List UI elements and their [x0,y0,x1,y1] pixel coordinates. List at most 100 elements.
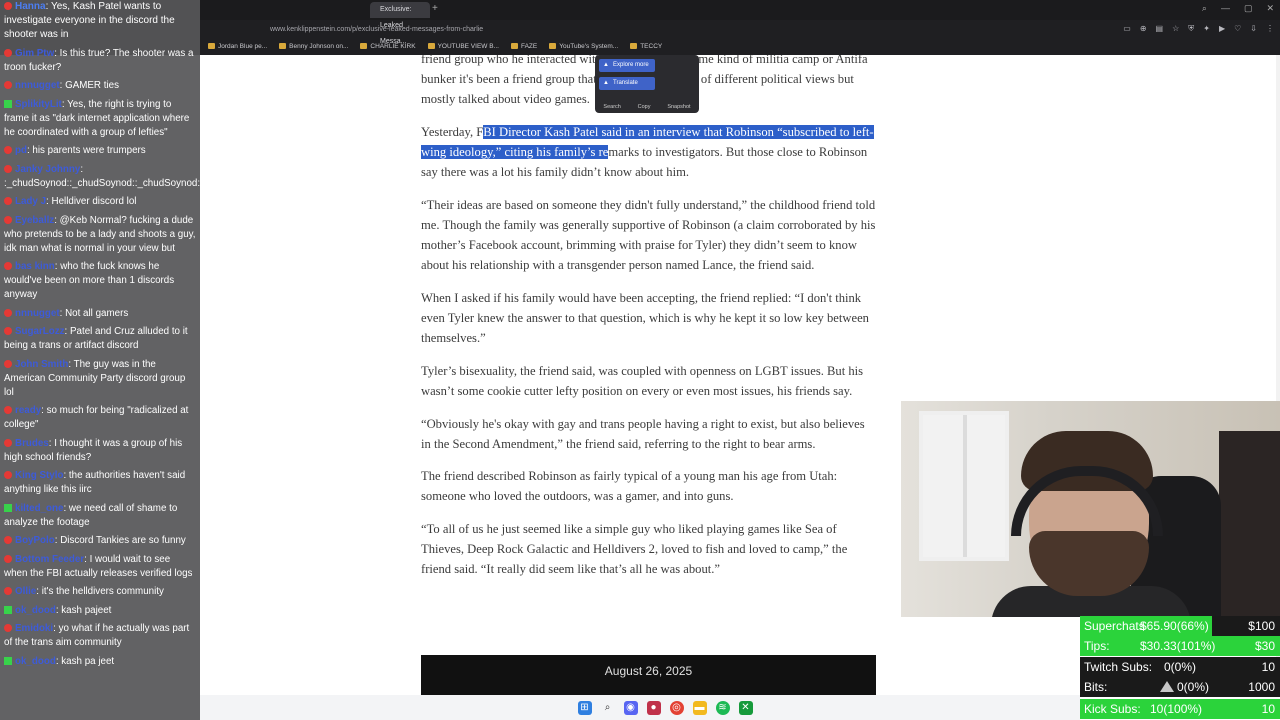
explore-more-button[interactable]: ▲ Explore more [599,59,655,72]
bits-icon [1160,681,1174,692]
menu-icon[interactable]: ⋮ [1266,24,1274,34]
popup-actions: Search Copy Snapshot [595,104,699,110]
chat-username[interactable]: bas kinn [15,261,55,272]
tabs-icon[interactable]: ▭ [1123,24,1131,34]
copy-action[interactable]: Copy [638,104,651,110]
extensions-icon[interactable]: ✦ [1203,24,1210,34]
youtube-badge-icon [4,81,12,89]
youtube-badge-icon [4,406,12,414]
chat-username[interactable]: Bottom Feeder [15,554,84,565]
chat-username[interactable]: Ollie [15,586,36,597]
youtube-badge-icon [4,308,12,317]
chat-username[interactable]: Janky Johnny [15,164,80,175]
bookmark-item[interactable]: CHARLIE KIRK [360,43,416,50]
windows-start-icon[interactable]: ⊞ [577,700,592,715]
article-paragraph: Tyler’s bisexuality, the friend said, wa… [421,363,864,399]
chat-username[interactable]: Hanna [15,1,46,12]
chrome-icon[interactable]: ◎ [669,700,684,715]
zoom-icon[interactable]: ⊕ [1140,24,1147,34]
bookmark-item[interactable]: YouTube's System... [549,43,618,50]
chat-username[interactable]: Emidoki [15,623,53,634]
embedded-media[interactable]: August 26, 2025 [421,655,876,695]
bookmark-item[interactable]: TECCY [630,43,662,50]
search-icon[interactable]: ⌕ [601,701,615,715]
chat-username[interactable]: SplikityLit [15,99,62,110]
chat-message: John Smith: The guy was in the American … [4,358,196,400]
goal-row: Kick Subs: 10(100%) 10 [1080,699,1280,719]
chat-text: kash pa jeet [61,655,115,667]
chat-username[interactable]: Lady J [15,196,46,207]
chat-username[interactable]: ready [15,405,41,416]
chat-text: it's the helldivers community [41,586,164,597]
chat-username[interactable]: SugarLozz [15,326,65,337]
shield-icon[interactable]: ⛨ [1188,24,1194,34]
close-icon[interactable]: ✕ [1266,3,1274,14]
translate-button[interactable]: ▲ Translate [599,77,655,90]
goal-label: Bits: [1084,680,1108,694]
bookmark-item[interactable]: FAZE [510,43,537,50]
search-tabs-icon[interactable]: ⌕ [1202,3,1207,14]
goal-row: Twitch Subs: 0(0%) 10 [1080,657,1280,677]
chat-message: King Stylo: the authorities haven't said… [4,469,196,497]
play-icon[interactable]: ▶ [1219,24,1225,34]
kick-badge-icon [4,99,12,108]
chat-username[interactable]: King Stylo [15,470,63,481]
favorites-icon[interactable]: ♡ [1234,24,1241,34]
chat-username[interactable]: kilted_one [15,503,63,514]
chat-username[interactable]: ok_dood [15,605,56,616]
chat-username[interactable]: Brudes [15,438,49,449]
chat-message: ready: so much for being "radicalized at… [4,404,196,432]
spotify-icon[interactable]: ≋ [715,700,730,715]
bookmark-item[interactable]: YOUTUBE VIEW B... [427,43,499,50]
search-action[interactable]: Search [603,104,620,110]
folder-icon [549,43,557,49]
chat-text: kash pajeet [61,604,112,616]
chat-username[interactable]: BoyPolo [15,535,55,546]
folder-icon [279,43,287,49]
folder-icon [360,43,368,49]
chat-separator: : [80,163,84,175]
chat-message: BoyPolo: Discord Tankies are so funny [4,534,196,548]
room-window [919,411,1009,561]
chat-username[interactable]: ok_dood [15,656,56,667]
youtube-badge-icon [4,471,12,479]
xbox-icon[interactable]: ✕ [738,700,753,715]
chat-message: ok_dood: kash pajeet [4,604,196,618]
bookmark-item[interactable]: Benny Johnson on... [279,43,348,50]
reader-icon[interactable]: ▤ [1156,24,1164,34]
download-icon[interactable]: ⇩ [1250,24,1257,34]
bookmark-item[interactable]: Jordan Blue pe... [208,43,267,50]
youtube-badge-icon [4,438,12,447]
chat-message: Emidoki: yo what if he actually was part… [4,622,196,650]
discord-icon[interactable]: ◉ [623,700,638,715]
chat-message: Gim Ptw: Is this true? The shooter was a… [4,47,196,75]
obs-icon[interactable]: ● [646,700,661,715]
chat-username[interactable]: Eyeballz [15,215,54,226]
address-bar[interactable]: www.kenklippenstein.com/p/exclusive-leak… [200,22,1280,38]
tab-active[interactable]: Exclusive: Leaked Messa... [370,2,430,45]
chat-username[interactable]: nnnugget [15,308,60,319]
chat-message: nnnugget: GAMER ties [4,79,196,93]
youtube-badge-icon [4,197,12,205]
goal-target: $100 [1248,619,1275,633]
snapshot-action[interactable]: Snapshot [667,104,690,110]
chat-username[interactable]: nnnugget [15,80,60,91]
minimize-icon[interactable]: — [1221,3,1230,14]
stream-goals: Superchats $65.90(66%) $100 Tips: $30.33(101… [1080,616,1280,720]
chat-username[interactable]: John Smith [15,359,68,370]
chat-message: bas kinn: who the fuck knows he would've… [4,260,196,302]
chat-text: :_chudSoynod::_chudSoynod::_chudSoynod::… [4,177,200,189]
file-explorer-icon[interactable]: ▬ [692,700,707,715]
goal-current: 0(0%) [1164,660,1197,674]
new-tab-icon[interactable]: + [432,3,438,14]
chat-username[interactable]: pd [15,145,27,156]
chat-message: Lady J: Helldiver discord lol [4,195,196,209]
youtube-badge-icon [4,215,12,224]
chat-username[interactable]: Gim Ptw [15,48,54,59]
bookmark-icon[interactable]: ☆ [1172,24,1179,34]
maximize-icon[interactable]: ▢ [1244,3,1253,14]
url-field[interactable]: www.kenklippenstein.com/p/exclusive-leak… [270,24,1070,36]
article-paragraph: “Their ideas are based on someone they d… [421,197,876,273]
goal-target: 1000 [1248,680,1275,694]
chat-text: Discord Tankies are so funny [60,535,186,546]
